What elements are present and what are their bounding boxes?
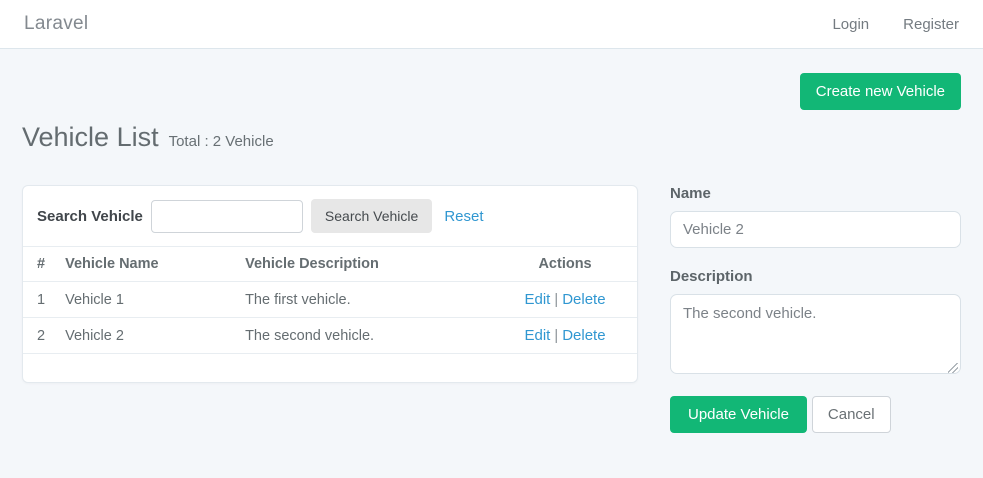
action-separator: | xyxy=(554,292,558,308)
form-buttons: Update Vehicle Cancel xyxy=(670,396,961,433)
description-label: Description xyxy=(670,268,961,285)
search-input[interactable] xyxy=(151,200,303,233)
create-row: Create new Vehicle xyxy=(22,73,961,110)
edit-link[interactable]: Edit xyxy=(525,291,551,308)
row-name: Vehicle 2 xyxy=(55,318,235,354)
nav-link-register[interactable]: Register xyxy=(903,16,959,33)
reset-link[interactable]: Reset xyxy=(444,208,483,225)
title-row: Vehicle List Total : 2 Vehicle xyxy=(22,122,961,153)
resize-handle[interactable] xyxy=(948,363,958,373)
nav-links: Login Register xyxy=(832,16,959,33)
brand-link[interactable]: Laravel xyxy=(24,13,88,35)
main-content: Create new Vehicle Vehicle List Total : … xyxy=(0,73,983,433)
page-title: Vehicle List xyxy=(22,122,159,153)
vehicle-count-subtitle: Total : 2 Vehicle xyxy=(169,133,274,150)
vehicle-table: # Vehicle Name Vehicle Description Actio… xyxy=(23,246,637,354)
search-label: Search Vehicle xyxy=(37,208,143,225)
header-num: # xyxy=(23,247,55,282)
nav-link-login[interactable]: Login xyxy=(832,16,869,33)
delete-link[interactable]: Delete xyxy=(562,327,605,344)
update-vehicle-button[interactable]: Update Vehicle xyxy=(670,396,807,433)
search-row: Search Vehicle Search Vehicle Reset xyxy=(23,186,637,246)
description-field[interactable]: The second vehicle. xyxy=(670,294,961,374)
create-new-vehicle-button[interactable]: Create new Vehicle xyxy=(800,73,961,110)
edit-link[interactable]: Edit xyxy=(525,327,551,344)
action-separator: | xyxy=(554,328,558,344)
row-name: Vehicle 1 xyxy=(55,282,235,318)
row-description: The first vehicle. xyxy=(235,282,493,318)
row-description: The second vehicle. xyxy=(235,318,493,354)
navbar: Laravel Login Register xyxy=(0,0,983,49)
header-name: Vehicle Name xyxy=(55,247,235,282)
row-num: 1 xyxy=(23,282,55,318)
row-actions: Edit | Delete xyxy=(493,318,637,354)
header-actions: Actions xyxy=(493,247,637,282)
header-description: Vehicle Description xyxy=(235,247,493,282)
delete-link[interactable]: Delete xyxy=(562,291,605,308)
vehicle-list-card: Search Vehicle Search Vehicle Reset # Ve… xyxy=(22,185,638,383)
name-label: Name xyxy=(670,185,961,202)
row-actions: Edit | Delete xyxy=(493,282,637,318)
columns: Search Vehicle Search Vehicle Reset # Ve… xyxy=(22,185,961,433)
search-button[interactable]: Search Vehicle xyxy=(311,199,432,233)
description-field-wrap: The second vehicle. xyxy=(670,294,961,379)
table-row: 2 Vehicle 2 The second vehicle. Edit | D… xyxy=(23,318,637,354)
cancel-button[interactable]: Cancel xyxy=(812,396,891,433)
name-field[interactable] xyxy=(670,211,961,248)
table-header-row: # Vehicle Name Vehicle Description Actio… xyxy=(23,247,637,282)
row-num: 2 xyxy=(23,318,55,354)
edit-vehicle-form: Name Description The second vehicle. Upd… xyxy=(670,185,961,433)
table-row: 1 Vehicle 1 The first vehicle. Edit | De… xyxy=(23,282,637,318)
